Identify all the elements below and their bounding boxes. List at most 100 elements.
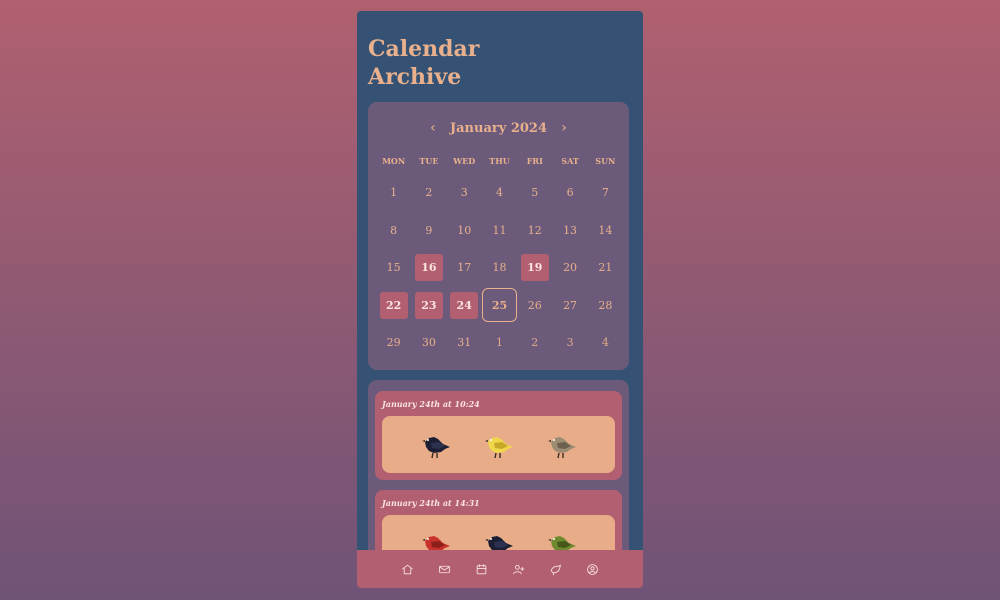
calendar-day-marked[interactable]: 23 bbox=[411, 287, 446, 325]
weekday-label: MON bbox=[382, 156, 406, 166]
canary-icon[interactable] bbox=[482, 430, 516, 460]
calendar-day[interactable]: 27 bbox=[552, 287, 587, 325]
calendar-day[interactable]: 21 bbox=[588, 249, 623, 287]
archive-entry[interactable]: January 24th at 10:24 bbox=[375, 391, 622, 480]
quail-icon[interactable] bbox=[545, 430, 579, 460]
day-number: 31 bbox=[457, 336, 472, 350]
calendar-day-marked[interactable]: 19 bbox=[517, 249, 552, 287]
day-number: 18 bbox=[492, 261, 507, 275]
app-screen: Calendar Archive ‹ January 2024 › MON TUE… bbox=[357, 11, 643, 588]
calendar-day[interactable]: 28 bbox=[588, 287, 623, 325]
calendar-day[interactable]: 9 bbox=[411, 212, 446, 250]
next-month-button[interactable]: › bbox=[557, 120, 571, 136]
day-number: 11 bbox=[492, 223, 507, 237]
day-number: 20 bbox=[563, 261, 578, 275]
weekday-label: THU bbox=[489, 156, 510, 166]
day-number: 10 bbox=[457, 223, 472, 237]
weekday-label: SUN bbox=[595, 156, 616, 166]
entry-timestamp: January 24th at 14:31 bbox=[382, 498, 480, 508]
calendar-day[interactable]: 1 bbox=[376, 174, 411, 212]
day-number: 8 bbox=[390, 223, 398, 237]
bottom-nav bbox=[357, 550, 643, 588]
home-icon[interactable] bbox=[399, 560, 417, 578]
calendar-day-marked[interactable]: 16 bbox=[411, 249, 446, 287]
calendar-day[interactable]: 29 bbox=[376, 324, 411, 362]
calendar-day[interactable]: 31 bbox=[447, 324, 482, 362]
day-number: 26 bbox=[527, 298, 542, 312]
day-number: 19 bbox=[520, 254, 549, 282]
day-number: 1 bbox=[390, 186, 398, 200]
day-number: 21 bbox=[598, 261, 613, 275]
calendar-day[interactable]: 3 bbox=[552, 324, 587, 362]
day-number: 7 bbox=[601, 186, 609, 200]
calendar-card: ‹ January 2024 › MON TUE WED THU FRI SAT SUN 1… bbox=[368, 102, 629, 370]
crow-icon[interactable] bbox=[419, 430, 453, 460]
calendar-day[interactable]: 14 bbox=[588, 212, 623, 250]
day-number: 4 bbox=[495, 186, 503, 200]
day-number: 27 bbox=[563, 298, 578, 312]
day-number: 12 bbox=[527, 223, 542, 237]
day-number: 3 bbox=[566, 336, 574, 350]
calendar-day[interactable]: 5 bbox=[517, 174, 552, 212]
weekday-header: MON TUE WED THU FRI SAT SUN bbox=[376, 156, 623, 166]
calendar-day[interactable]: 6 bbox=[552, 174, 587, 212]
day-number: 29 bbox=[386, 336, 401, 350]
calendar-day[interactable]: 10 bbox=[447, 212, 482, 250]
day-number: 6 bbox=[566, 186, 574, 200]
calendar-grid: 1 2 3 4 5 6 7 8 9 10 11 12 13 14 15 16 17 18 19 20 21 22 23 24 2… bbox=[376, 174, 623, 362]
calendar-day[interactable]: 26 bbox=[517, 287, 552, 325]
day-number: 14 bbox=[598, 223, 613, 237]
page-title: Calendar Archive bbox=[368, 36, 480, 90]
calendar-day[interactable]: 30 bbox=[411, 324, 446, 362]
day-number: 13 bbox=[563, 223, 578, 237]
calendar-day[interactable]: 20 bbox=[552, 249, 587, 287]
day-number: 4 bbox=[601, 336, 609, 350]
day-number: 17 bbox=[457, 261, 472, 275]
bird-row bbox=[382, 416, 615, 473]
day-number: 24 bbox=[450, 291, 479, 319]
day-number: 25 bbox=[481, 288, 517, 323]
day-number: 5 bbox=[531, 186, 539, 200]
calendar-icon[interactable] bbox=[473, 560, 491, 578]
calendar-day[interactable]: 15 bbox=[376, 249, 411, 287]
day-number: 2 bbox=[531, 336, 539, 350]
calendar-day[interactable]: 4 bbox=[482, 174, 517, 212]
calendar-day-today[interactable]: 25 bbox=[481, 287, 517, 325]
weekday-label: SAT bbox=[561, 156, 579, 166]
day-number: 2 bbox=[425, 186, 433, 200]
day-number: 23 bbox=[414, 291, 443, 319]
bird-icon[interactable] bbox=[547, 560, 565, 578]
calendar-day[interactable]: 2 bbox=[411, 174, 446, 212]
day-number: 3 bbox=[460, 186, 468, 200]
prev-month-button[interactable]: ‹ bbox=[426, 120, 440, 136]
calendar-day[interactable]: 17 bbox=[447, 249, 482, 287]
calendar-day-marked[interactable]: 24 bbox=[447, 287, 482, 325]
calendar-day[interactable]: 13 bbox=[552, 212, 587, 250]
day-number: 1 bbox=[495, 336, 503, 350]
mail-icon[interactable] bbox=[436, 560, 454, 578]
calendar-day[interactable]: 12 bbox=[517, 212, 552, 250]
day-number: 22 bbox=[379, 291, 408, 319]
calendar-day[interactable]: 4 bbox=[588, 324, 623, 362]
month-label: January 2024 bbox=[449, 120, 547, 136]
weekday-label: FRI bbox=[526, 156, 543, 166]
weekday-label: TUE bbox=[419, 156, 439, 166]
calendar-day[interactable]: 2 bbox=[517, 324, 552, 362]
calendar-day-marked[interactable]: 22 bbox=[376, 287, 411, 325]
calendar-day[interactable]: 11 bbox=[482, 212, 517, 250]
calendar-day[interactable]: 1 bbox=[482, 324, 517, 362]
calendar-day[interactable]: 8 bbox=[376, 212, 411, 250]
calendar-day[interactable]: 7 bbox=[588, 174, 623, 212]
day-number: 15 bbox=[386, 261, 401, 275]
add-user-icon[interactable] bbox=[510, 560, 528, 578]
entry-timestamp: January 24th at 10:24 bbox=[382, 399, 480, 409]
profile-icon[interactable] bbox=[584, 560, 602, 578]
day-number: 16 bbox=[414, 254, 443, 282]
weekday-label: WED bbox=[453, 156, 476, 166]
day-number: 9 bbox=[425, 223, 433, 237]
calendar-day[interactable]: 18 bbox=[482, 249, 517, 287]
calendar-day[interactable]: 3 bbox=[447, 174, 482, 212]
calendar-header: ‹ January 2024 › bbox=[368, 118, 629, 138]
day-number: 30 bbox=[421, 336, 436, 350]
day-number: 28 bbox=[598, 298, 613, 312]
